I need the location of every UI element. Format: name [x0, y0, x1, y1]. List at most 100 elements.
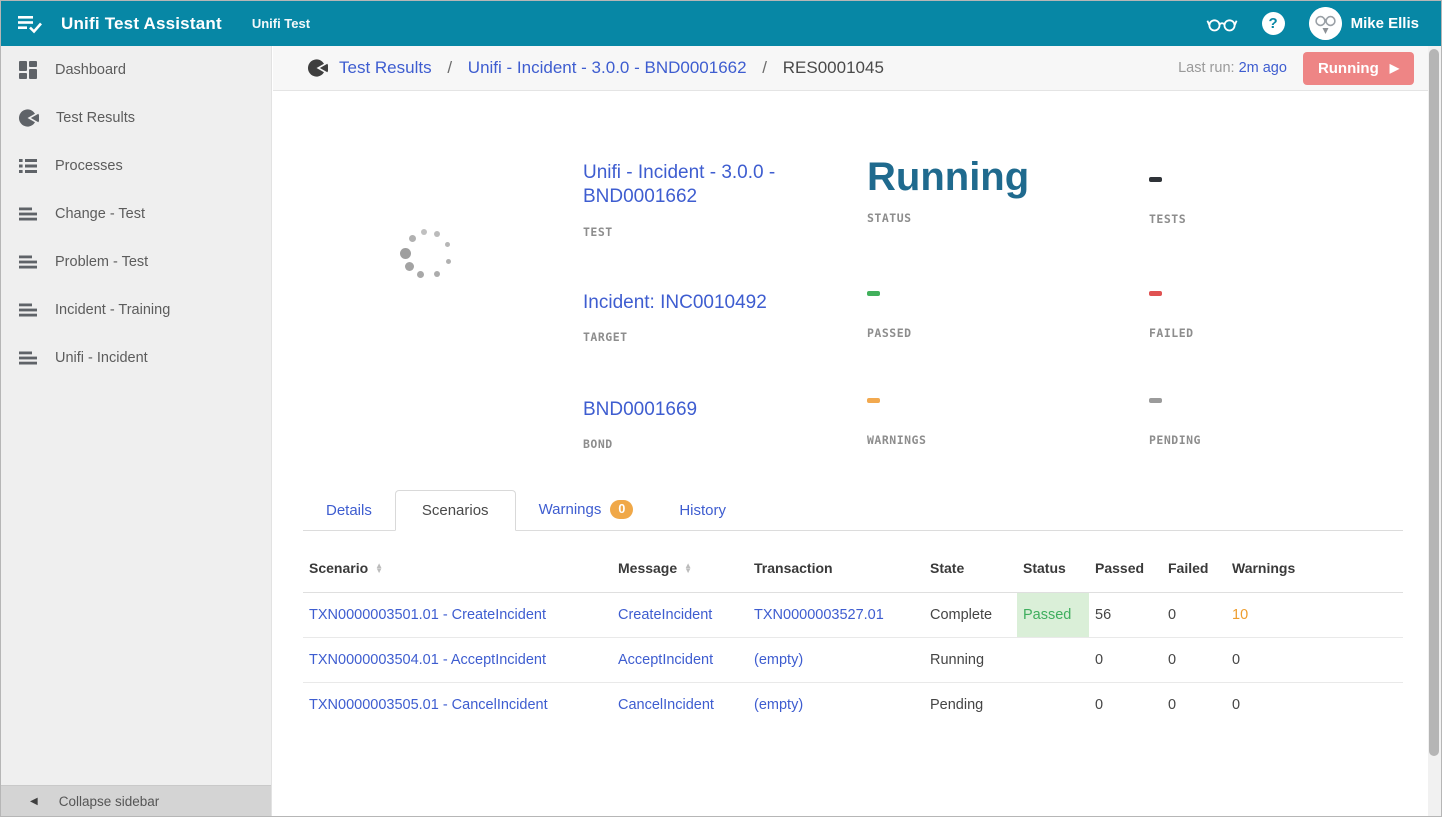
breadcrumb-separator: /	[447, 58, 452, 77]
failed-cell: 0	[1162, 683, 1226, 728]
text-lines-icon	[18, 300, 38, 320]
tests-value-dash	[1149, 177, 1162, 182]
play-icon: ▶	[1390, 61, 1399, 75]
target-link[interactable]: Incident: INC0010492	[583, 291, 808, 315]
loading-spinner-icon	[398, 224, 458, 284]
table-row: TXN0000003505.01 - CancelIncident Cancel…	[303, 683, 1403, 728]
sidebar-item-change-test[interactable]: Change - Test	[1, 190, 271, 238]
tab-warnings[interactable]: Warnings 0	[516, 489, 657, 530]
tab-label: Details	[326, 502, 372, 519]
scrollbar-thumb[interactable]	[1429, 49, 1439, 756]
failed-value-dash	[1149, 291, 1162, 296]
status-cell: Passed	[1017, 593, 1089, 638]
sidebar-item-unifi-incident[interactable]: Unifi - Incident	[1, 334, 271, 382]
glasses-icon[interactable]	[1206, 13, 1238, 34]
col-state: State	[924, 543, 1017, 593]
passed-cell: 56	[1089, 593, 1162, 638]
sidebar-item-processes[interactable]: Processes	[1, 142, 271, 190]
col-transaction: Transaction	[748, 543, 924, 593]
state-cell: Complete	[924, 593, 1017, 638]
sidebar-item-label: Dashboard	[55, 62, 126, 78]
vertical-scrollbar	[1428, 46, 1441, 816]
sort-icon[interactable]: ▲▼	[684, 564, 692, 574]
failed-label: FAILED	[1149, 326, 1441, 340]
collapse-label: Collapse sidebar	[59, 794, 160, 809]
pie-chart-icon	[18, 108, 39, 128]
test-link[interactable]: Unifi - Incident - 3.0.0 - BND0001662	[583, 161, 808, 210]
run-summary: Unifi - Incident - 3.0.0 - BND0001662 TE…	[273, 91, 1441, 488]
scenarios-table-wrap: Scenario▲▼ Message▲▼ Transaction State S…	[303, 543, 1403, 727]
message-link[interactable]: CancelIncident	[618, 697, 714, 713]
scenario-link[interactable]: TXN0000003505.01 - CancelIncident	[309, 697, 548, 713]
transaction-link[interactable]: (empty)	[754, 652, 803, 668]
warnings-cell: 10	[1226, 593, 1403, 638]
playlist-check-menu-icon[interactable]	[17, 13, 45, 35]
state-cell: Running	[924, 638, 1017, 683]
status-label: STATUS	[867, 211, 1149, 225]
col-status: Status	[1017, 543, 1089, 593]
breadcrumb-test-link[interactable]: Unifi - Incident - 3.0.0 - BND0001662	[468, 58, 747, 77]
user-name: Mike Ellis	[1351, 15, 1419, 32]
target-label: TARGET	[583, 330, 867, 344]
dashboard-icon	[18, 60, 38, 80]
table-header-row: Scenario▲▼ Message▲▼ Transaction State S…	[303, 543, 1403, 593]
spinner-cell	[273, 161, 583, 488]
message-link[interactable]: CreateIncident	[618, 607, 712, 623]
status-value: Running	[867, 157, 1149, 197]
sidebar-item-label: Problem - Test	[55, 254, 148, 270]
status-cell	[1017, 683, 1089, 728]
sidebar-item-incident-training[interactable]: Incident - Training	[1, 286, 271, 334]
table-row: TXN0000003501.01 - CreateIncident Create…	[303, 593, 1403, 638]
transaction-link[interactable]: (empty)	[754, 697, 803, 713]
status-block: Running STATUS	[867, 161, 1149, 291]
message-link[interactable]: AcceptIncident	[618, 652, 713, 668]
tab-bar: Details Scenarios Warnings 0 History	[303, 488, 1403, 531]
table-row: TXN0000003504.01 - AcceptIncident Accept…	[303, 638, 1403, 683]
sidebar: Dashboard Test Results Processes Change …	[1, 46, 272, 816]
breadcrumb-test-results[interactable]: Test Results	[339, 58, 432, 77]
topbar-actions: ? Mike Ellis	[1206, 7, 1419, 40]
app-window: Unifi Test Assistant Unifi Test ?	[0, 0, 1442, 817]
tab-label: Warnings	[539, 501, 602, 518]
passed-cell: 0	[1089, 683, 1162, 728]
breadcrumb-current: RES0001045	[783, 58, 884, 77]
collapse-sidebar-button[interactable]: ◀ Collapse sidebar	[1, 785, 271, 816]
col-scenario[interactable]: Scenario▲▼	[303, 543, 612, 593]
scenarios-table: Scenario▲▼ Message▲▼ Transaction State S…	[303, 543, 1403, 727]
list-icon	[18, 156, 38, 176]
col-message[interactable]: Message▲▼	[612, 543, 748, 593]
warnings-cell: 0	[1226, 683, 1403, 728]
sidebar-item-dashboard[interactable]: Dashboard	[1, 46, 271, 94]
sidebar-item-problem-test[interactable]: Problem - Test	[1, 238, 271, 286]
transaction-link[interactable]: TXN0000003527.01	[754, 607, 884, 623]
help-icon[interactable]: ?	[1262, 12, 1285, 35]
tab-scenarios[interactable]: Scenarios	[395, 490, 516, 531]
warnings-count-badge: 0	[610, 500, 633, 519]
scenario-link[interactable]: TXN0000003501.01 - CreateIncident	[309, 607, 546, 623]
pending-label: PENDING	[1149, 433, 1441, 447]
col-failed: Failed	[1162, 543, 1226, 593]
app-title: Unifi Test Assistant	[61, 14, 222, 34]
bond-link[interactable]: BND0001669	[583, 398, 808, 422]
run-button[interactable]: Running ▶	[1303, 52, 1414, 85]
passed-label: PASSED	[867, 326, 1149, 340]
sort-icon[interactable]: ▲▼	[375, 564, 383, 574]
col-passed: Passed	[1089, 543, 1162, 593]
passed-metric: PASSED	[867, 291, 1149, 398]
sidebar-item-label: Test Results	[56, 110, 135, 126]
sidebar-item-test-results[interactable]: Test Results	[1, 94, 271, 142]
bond-block: BND0001669 BOND	[583, 398, 867, 488]
passed-value-dash	[867, 291, 880, 296]
pending-metric: PENDING	[1149, 398, 1441, 488]
sidebar-item-label: Processes	[55, 158, 123, 174]
scenario-link[interactable]: TXN0000003504.01 - AcceptIncident	[309, 652, 546, 668]
tab-history[interactable]: History	[656, 491, 749, 530]
breadcrumb-actions: Last run: 2m ago Running ▶	[1178, 52, 1414, 85]
user-menu[interactable]: Mike Ellis	[1309, 7, 1419, 40]
warnings-metric: WARNINGS	[867, 398, 1149, 488]
col-warnings: Warnings	[1226, 543, 1403, 593]
sidebar-item-label: Incident - Training	[55, 302, 170, 318]
text-lines-icon	[18, 204, 38, 224]
tab-details[interactable]: Details	[303, 491, 395, 530]
last-run-value[interactable]: 2m ago	[1239, 60, 1287, 76]
